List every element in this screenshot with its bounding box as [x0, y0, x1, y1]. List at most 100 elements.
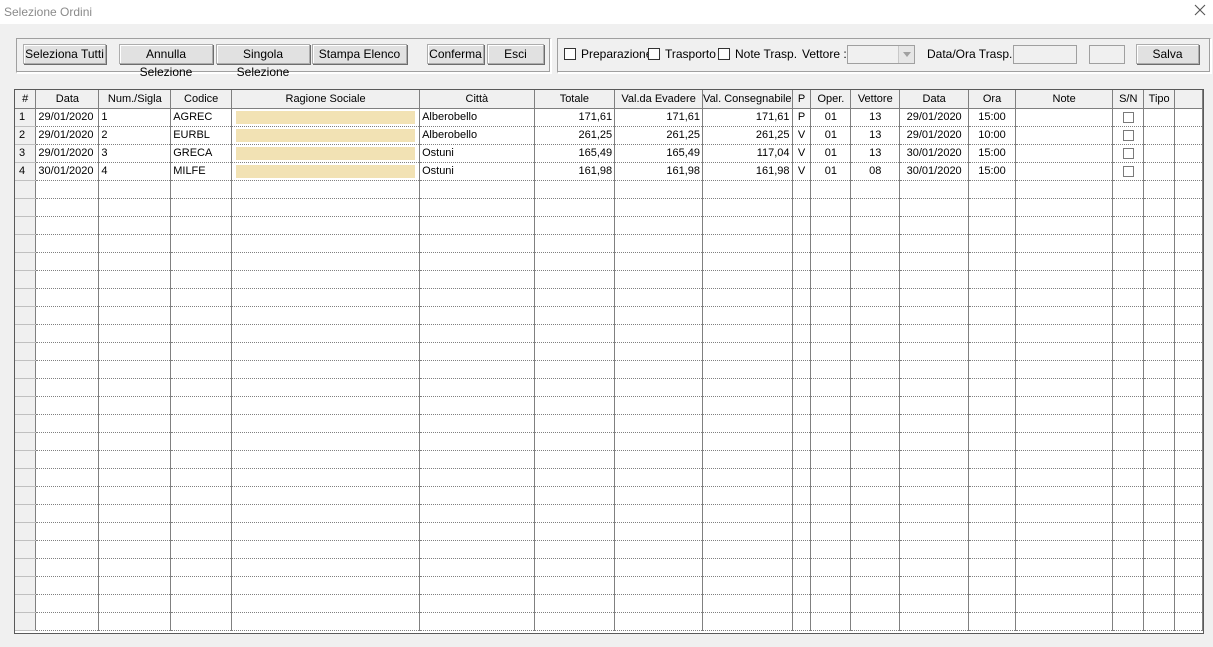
cancel-selection-button[interactable]: Annulla Selezione — [119, 44, 213, 79]
empty-row[interactable] — [15, 540, 1203, 559]
empty-cell[interactable] — [1015, 360, 1114, 379]
empty-cell[interactable] — [1112, 468, 1145, 487]
empty-cell[interactable] — [534, 504, 616, 523]
empty-cell[interactable] — [1174, 252, 1203, 271]
empty-cell[interactable] — [899, 414, 970, 433]
empty-cell[interactable] — [1143, 288, 1176, 307]
cell-totale[interactable]: 261,25 — [534, 126, 616, 145]
empty-cell[interactable] — [1143, 396, 1176, 415]
empty-cell[interactable] — [810, 378, 852, 397]
empty-cell[interactable] — [850, 360, 901, 379]
empty-cell[interactable] — [534, 198, 616, 217]
empty-cell[interactable] — [170, 432, 233, 451]
empty-cell[interactable] — [702, 414, 793, 433]
empty-cell[interactable] — [1174, 324, 1203, 343]
empty-cell[interactable] — [170, 594, 233, 613]
empty-cell[interactable] — [98, 612, 172, 631]
empty-cell[interactable] — [1015, 468, 1114, 487]
cell-citta[interactable]: Ostuni — [419, 144, 535, 163]
empty-cell[interactable] — [98, 288, 172, 307]
empty-cell[interactable] — [35, 288, 100, 307]
empty-cell[interactable] — [850, 450, 901, 469]
empty-cell[interactable] — [1174, 198, 1203, 217]
empty-cell[interactable] — [170, 216, 233, 235]
empty-cell[interactable] — [850, 324, 901, 343]
empty-cell[interactable] — [1015, 306, 1114, 325]
empty-row[interactable] — [15, 414, 1203, 433]
empty-cell[interactable] — [1112, 378, 1145, 397]
empty-cell[interactable] — [968, 540, 1016, 559]
empty-cell[interactable] — [1112, 180, 1145, 199]
empty-cell[interactable] — [35, 594, 100, 613]
empty-cell[interactable] — [899, 576, 970, 595]
empty-cell[interactable] — [899, 522, 970, 541]
empty-cell[interactable] — [1015, 252, 1114, 271]
empty-row[interactable] — [15, 342, 1203, 361]
empty-cell[interactable] — [35, 504, 100, 523]
empty-cell[interactable] — [1015, 180, 1114, 199]
empty-cell[interactable] — [810, 396, 852, 415]
empty-cell[interactable] — [968, 504, 1016, 523]
empty-cell[interactable] — [1143, 342, 1176, 361]
cell-codice[interactable]: GRECA — [170, 144, 233, 163]
empty-cell[interactable] — [792, 612, 812, 631]
empty-cell[interactable] — [792, 288, 812, 307]
empty-cell[interactable] — [1143, 270, 1176, 289]
empty-cell[interactable] — [170, 198, 233, 217]
empty-cell[interactable] — [419, 540, 535, 559]
empty-cell[interactable] — [899, 540, 970, 559]
empty-cell[interactable] — [810, 594, 852, 613]
empty-cell[interactable] — [702, 360, 793, 379]
empty-cell[interactable] — [231, 432, 421, 451]
cell-sn[interactable] — [1112, 144, 1145, 163]
empty-cell[interactable] — [419, 594, 535, 613]
empty-cell[interactable] — [170, 306, 233, 325]
empty-cell[interactable] — [702, 612, 793, 631]
empty-cell[interactable] — [968, 612, 1016, 631]
empty-cell[interactable] — [35, 612, 100, 631]
empty-cell[interactable] — [231, 522, 421, 541]
empty-cell[interactable] — [968, 216, 1016, 235]
empty-cell[interactable] — [534, 396, 616, 415]
trasporto-checkbox[interactable] — [648, 48, 660, 60]
cell-p[interactable]: V — [792, 144, 812, 163]
sn-checkbox[interactable] — [1122, 111, 1134, 123]
empty-row[interactable] — [15, 288, 1203, 307]
empty-cell[interactable] — [170, 288, 233, 307]
empty-cell[interactable] — [35, 414, 100, 433]
cell-consegnabile[interactable]: 261,25 — [702, 126, 793, 145]
empty-cell[interactable] — [419, 504, 535, 523]
empty-cell[interactable] — [1143, 522, 1176, 541]
empty-cell[interactable] — [170, 558, 233, 577]
empty-cell[interactable] — [231, 216, 421, 235]
empty-cell[interactable] — [35, 252, 100, 271]
column-header[interactable]: P — [792, 90, 812, 109]
empty-cell[interactable] — [1112, 306, 1145, 325]
empty-cell[interactable] — [810, 450, 852, 469]
cell-evadere[interactable]: 165,49 — [614, 144, 704, 163]
empty-cell[interactable] — [98, 216, 172, 235]
empty-cell[interactable] — [1143, 450, 1176, 469]
empty-cell[interactable] — [1015, 504, 1114, 523]
empty-cell[interactable] — [702, 288, 793, 307]
empty-cell[interactable] — [1174, 576, 1203, 595]
cell-evadere[interactable]: 261,25 — [614, 126, 704, 145]
empty-cell[interactable] — [1112, 324, 1145, 343]
empty-cell[interactable] — [850, 288, 901, 307]
empty-cell[interactable] — [1015, 540, 1114, 559]
empty-cell[interactable] — [1143, 612, 1176, 631]
empty-cell[interactable] — [850, 468, 901, 487]
cell-data[interactable]: 29/01/2020 — [35, 144, 100, 163]
cell-idx[interactable]: 4 — [15, 162, 37, 181]
empty-cell[interactable] — [1112, 486, 1145, 505]
empty-cell[interactable] — [15, 306, 37, 325]
empty-cell[interactable] — [231, 450, 421, 469]
empty-cell[interactable] — [850, 396, 901, 415]
empty-cell[interactable] — [968, 396, 1016, 415]
empty-cell[interactable] — [231, 270, 421, 289]
empty-cell[interactable] — [792, 180, 812, 199]
empty-cell[interactable] — [534, 342, 616, 361]
empty-cell[interactable] — [15, 468, 37, 487]
empty-cell[interactable] — [534, 180, 616, 199]
empty-cell[interactable] — [170, 612, 233, 631]
